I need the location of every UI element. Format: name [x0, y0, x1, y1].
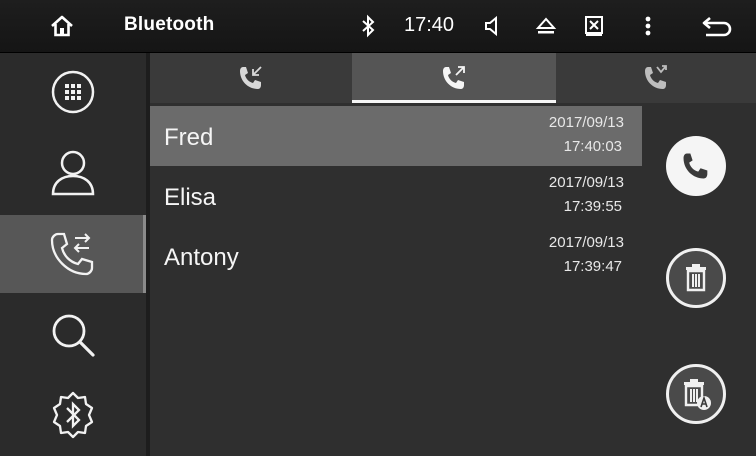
back-icon[interactable]: [700, 12, 734, 40]
call-list: Fred 2017/09/13 17:40:03 Elisa 2017/09/1…: [150, 106, 642, 456]
close-app-icon[interactable]: [580, 12, 608, 40]
tab-missed-calls[interactable]: [556, 53, 756, 103]
clock: 17:40: [404, 14, 455, 36]
eject-icon[interactable]: [532, 12, 560, 40]
tab-outgoing-calls[interactable]: [352, 53, 556, 103]
call-row[interactable]: Antony 2017/09/13 17:39:47: [150, 226, 642, 286]
more-options-icon[interactable]: [634, 12, 662, 40]
call-date: 2017/09/13: [548, 174, 624, 191]
app-title: Bluetooth: [124, 14, 215, 35]
missed-call-icon: [645, 65, 667, 89]
caller-name: Antony: [164, 244, 239, 271]
delete-all-icon: [684, 379, 711, 410]
call-time: 17:40:03: [563, 138, 622, 155]
bluetooth-status-icon: [362, 14, 375, 38]
sidebar-item-search[interactable]: [0, 296, 146, 374]
dialpad-icon: [51, 70, 95, 114]
sidebar-item-call-log[interactable]: [0, 215, 146, 293]
incoming-call-icon: [240, 66, 262, 89]
outgoing-call-icon: [443, 66, 465, 89]
call-row[interactable]: Elisa 2017/09/13 17:39:55: [150, 166, 642, 226]
call-time: 17:39:55: [563, 198, 622, 215]
call-log-icon: [50, 232, 93, 276]
call-row[interactable]: Fred 2017/09/13 17:40:03: [150, 106, 642, 166]
call-date: 2017/09/13: [548, 234, 624, 251]
caller-name: Elisa: [164, 184, 217, 211]
sidebar-item-bluetooth-settings[interactable]: [0, 377, 146, 455]
tab-incoming-calls[interactable]: [150, 53, 352, 103]
call-time: 17:39:47: [563, 258, 622, 275]
contacts-icon: [51, 150, 95, 196]
home-icon[interactable]: [48, 12, 76, 40]
status-bar: Bluetooth 17:40: [0, 0, 756, 53]
caller-name: Fred: [164, 124, 214, 151]
sidebar-item-contacts[interactable]: [0, 134, 146, 212]
sidebar-item-dialpad[interactable]: [0, 53, 146, 131]
sidebar: [0, 53, 146, 456]
call-date: 2017/09/13: [548, 114, 624, 131]
call-type-tabs: [150, 53, 756, 103]
delete-button[interactable]: [666, 248, 726, 308]
delete-icon: [686, 264, 706, 292]
volume-icon[interactable]: [478, 12, 506, 40]
search-icon: [52, 314, 95, 357]
delete-all-button[interactable]: [666, 364, 726, 424]
call-icon: [683, 153, 708, 179]
bluetooth-settings-icon: [52, 391, 94, 439]
call-button[interactable]: [666, 136, 726, 196]
